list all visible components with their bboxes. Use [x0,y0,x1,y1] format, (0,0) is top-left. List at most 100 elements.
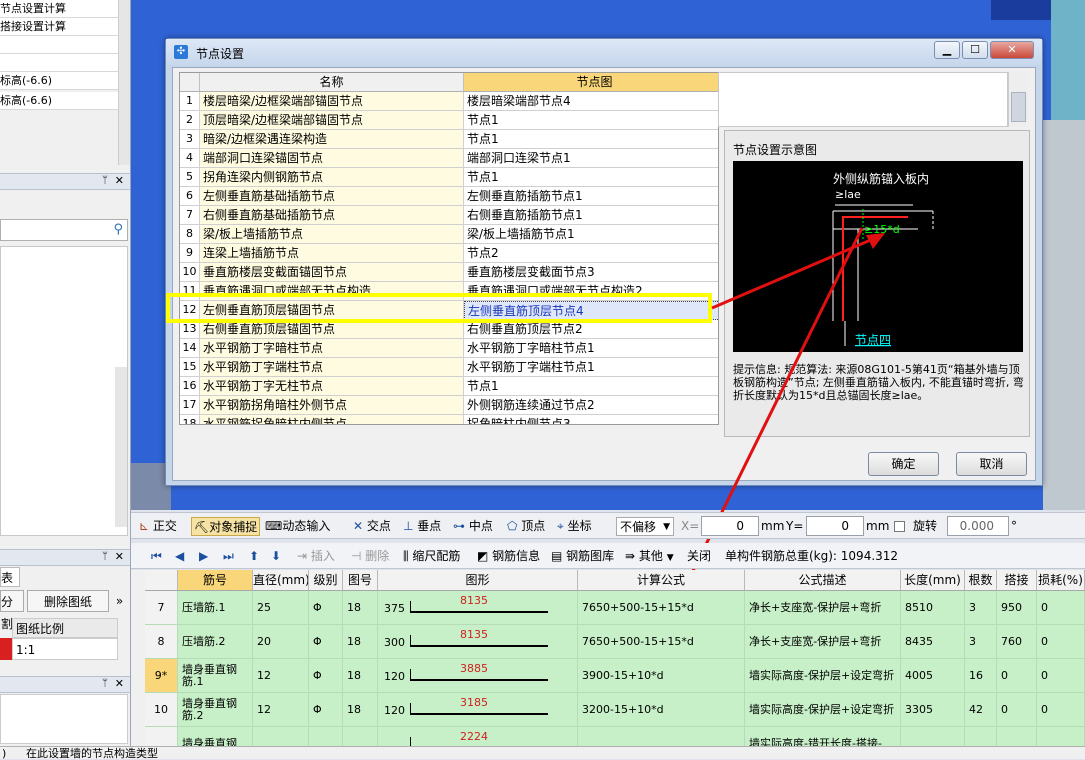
node-value-cell[interactable]: 水平钢筋丁字暗柱节点1 [464,339,718,358]
loss-cell[interactable]: 0 [1037,591,1085,625]
vertex-button[interactable]: ⬠ 顶点 [507,517,545,536]
node-name-cell[interactable]: 楼层暗梁/边框梁端部锚固节点 [200,92,464,111]
table-row[interactable]: 18 水平钢筋拐角暗柱内侧节点 拐角暗柱内侧节点3 [180,415,718,424]
list-item[interactable] [0,36,118,54]
node-name-cell[interactable]: 端部洞口连梁锚固节点 [200,149,464,168]
table-row[interactable]: 16 水平钢筋丁字无柱节点 节点1 [180,377,718,396]
diameter-cell[interactable]: 12 [253,693,309,727]
lap-cell[interactable] [997,727,1037,746]
lap-cell[interactable]: 0 [997,693,1037,727]
grade-cell[interactable]: Φ [309,659,343,693]
node-value-cell[interactable]: 右侧垂直筋插筋节点1 [464,206,718,225]
scrollbar[interactable] [118,0,130,165]
formula-cell[interactable]: 3900-15+10*d [578,659,745,693]
table-row[interactable]: 墙身垂直钢 2224 墙实际高度-错开长度-搭接- [145,727,1085,746]
node-value-cell[interactable]: 外侧钢筋连续通过节点2 [464,396,718,415]
grade-cell[interactable]: Φ [309,693,343,727]
search-icon[interactable]: ⚲ [113,222,123,237]
lap-cell[interactable]: 0 [997,659,1037,693]
rebar-info-button[interactable]: ◩ 钢筋信息 [477,547,540,566]
node-value-cell[interactable]: 节点1 [464,111,718,130]
delete-drawing-button[interactable]: 删除图纸 [27,590,109,612]
loss-cell[interactable]: 0 [1037,693,1085,727]
table-row[interactable]: 8 压墙筋.2 20 Φ 18 300 8135 7650+500-15+15*d 净长+支座宽… [145,625,1085,659]
more-button[interactable]: » [111,590,128,612]
pin-icon[interactable]: ᛘ [102,551,108,562]
node-name-cell[interactable]: 右侧垂直筋基础插筋节点 [200,206,464,225]
list-item[interactable] [0,54,118,72]
node-name-cell[interactable]: 拐角连梁内侧钢筋节点 [200,168,464,187]
column-header[interactable]: 级别 [309,570,343,591]
rotate-checkbox[interactable] [894,521,905,532]
diameter-cell[interactable]: 20 [253,625,309,659]
node-name-cell[interactable]: 水平钢筋拐角暗柱外侧节点 [200,396,464,415]
rebar-shape-cell[interactable]: 120 3185 [378,693,578,727]
length-cell[interactable]: 3305 [901,693,965,727]
formula-description-cell[interactable]: 墙实际高度-保护层+设定弯折 [745,693,901,727]
y-input[interactable]: 0 [806,516,864,536]
maximize-button[interactable]: ☐ [962,41,988,59]
node-value-cell[interactable]: 梁/板上墙插筋节点1 [464,225,718,244]
column-header[interactable]: 直径(mm) [253,570,309,591]
scale-rebar-button[interactable]: ⫼ 缩尺配筋 [403,547,460,566]
table-row[interactable]: 5 拐角连梁内侧钢筋节点 节点1 [180,168,718,187]
formula-cell[interactable]: 7650+500-15+15*d [578,625,745,659]
node-value-cell[interactable]: 楼层暗梁端部节点4 [464,92,718,111]
rebar-shape-cell[interactable]: 120 3885 [378,659,578,693]
diameter-cell[interactable] [253,727,309,746]
close-icon[interactable]: ✕ [115,677,124,690]
list-item[interactable]: 标高(-6.6) [0,72,118,90]
loss-cell[interactable] [1037,727,1085,746]
figure-no-cell[interactable] [343,727,378,746]
intersect-button[interactable]: ✕ 交点 [353,517,391,536]
formula-cell[interactable] [578,727,745,746]
node-value-cell[interactable]: 水平钢筋丁字端柱节点1 [464,358,718,377]
search-input[interactable]: ⚲ [0,219,128,241]
offset-select[interactable]: 不偏移 ▼ [616,517,674,536]
prev-record-button[interactable]: ◀ [175,547,184,566]
column-header[interactable] [145,570,178,591]
close-icon[interactable]: ✕ [115,550,124,563]
column-header[interactable]: 筋号 [178,570,253,591]
node-name-cell[interactable]: 水平钢筋丁字端柱节点 [200,358,464,377]
pin-icon[interactable]: ᛘ [102,175,108,186]
next-record-button[interactable]: ▶ [199,547,208,566]
table-row[interactable]: 7 压墙筋.1 25 Φ 18 375 8135 7650+500-15+15*d 净长+支座宽… [145,591,1085,625]
dialog-titlebar[interactable]: ✣ 节点设置 ▁ ☐ ✕ [166,39,1042,66]
scrollbar[interactable] [115,367,127,527]
table-row[interactable]: 9* 墙身垂直钢筋.1 12 Φ 18 120 3885 3900-15+10*d 墙实际高度-… [145,659,1085,693]
last-record-button[interactable]: ⏭ [223,547,234,566]
node-value-cell[interactable]: 拐角暗柱内侧节点3 [464,415,718,424]
delete-button[interactable]: ⊣ 删除 [351,547,389,566]
lap-cell[interactable]: 760 [997,625,1037,659]
node-value-cell[interactable]: 左侧垂直筋插筋节点1 [464,187,718,206]
node-name-cell[interactable]: 连梁上墙插筋节点 [200,244,464,263]
column-header[interactable]: 根数 [965,570,997,591]
ok-button[interactable]: 确定 [868,452,939,476]
table-row[interactable]: 10 墙身垂直钢筋.2 12 Φ 18 120 3185 3200-15+10*d 墙实际高度-… [145,693,1085,727]
column-header[interactable]: 公式描述 [745,570,901,591]
move-down-button[interactable]: ⬇ [271,547,281,566]
snap-button[interactable]: ⛏对象捕捉 [191,517,261,536]
figure-no-cell[interactable]: 18 [343,591,378,625]
node-value-cell[interactable]: 垂直筋楼层变截面节点3 [464,263,718,282]
midpoint-button[interactable]: ⊶ 中点 [453,517,493,536]
figure-no-cell[interactable]: 18 [343,625,378,659]
close-icon[interactable]: ✕ [115,174,124,187]
bar-name-cell[interactable]: 墙身垂直钢筋.1 [178,659,253,693]
table-row[interactable]: 15 水平钢筋丁字端柱节点 水平钢筋丁字端柱节点1 [180,358,718,377]
rebar-shape-cell[interactable]: 2224 [378,727,578,746]
list-item[interactable]: 标高(-6.6) [0,92,118,110]
length-cell[interactable]: 4005 [901,659,965,693]
node-name-cell[interactable]: 水平钢筋拐角暗柱内侧节点 [200,415,464,424]
formula-cell[interactable]: 3200-15+10*d [578,693,745,727]
perpendicular-button[interactable]: ⊥ 垂点 [403,517,441,536]
column-header[interactable]: 长度(mm) [901,570,965,591]
dynamic-input-button[interactable]: ⌨动态输入 [265,517,330,536]
scroll-thumb[interactable] [1011,92,1026,122]
node-value-cell[interactable]: 节点1 [464,168,718,187]
ortho-button[interactable]: ⊾ 正交 [139,517,177,536]
figure-no-cell[interactable]: 18 [343,693,378,727]
x-input[interactable]: 0 [701,516,759,536]
node-name-cell[interactable]: 水平钢筋丁字无柱节点 [200,377,464,396]
